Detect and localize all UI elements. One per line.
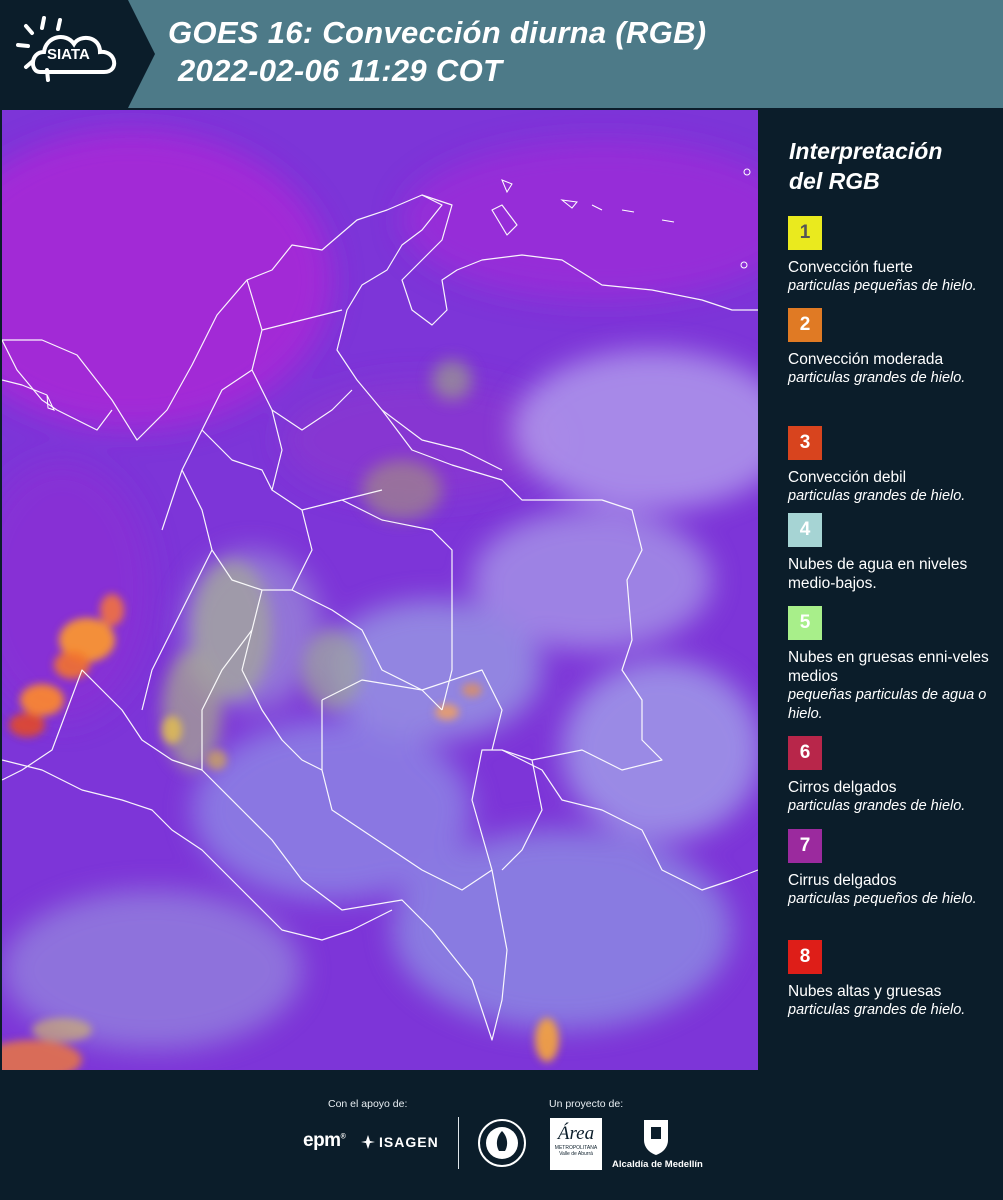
legend-item-description: pequeñas particulas de agua o hielo. (788, 687, 987, 722)
legend-item: 1 Convección fuerte particulas pequeñas de… (788, 216, 998, 296)
legend-panel: Interpretación del RGB 1 Convección fuert… (760, 110, 1003, 1070)
project-label: Un proyecto de: (549, 1098, 624, 1110)
legend-item: 6 Cirros delgados particulas grandes de hi… (788, 736, 998, 816)
legend-item-label: Nubes en gruesas enni-veles medios (788, 649, 989, 685)
legend-item: 2 Convección moderada particulas grandes d… (788, 308, 998, 388)
legend-item-description: particulas pequeñas de hielo. (788, 278, 977, 294)
legend-item-label: Cirros delgados (788, 779, 897, 796)
legend-swatch: 3 (788, 426, 822, 460)
isagen-logo[interactable]: ISAGEN (360, 1134, 439, 1150)
legend-item-description: particulas grandes de hielo. (788, 370, 966, 386)
legend-item-description: particulas pequeños de hielo. (788, 891, 977, 907)
legend-item-description: particulas grandes de hielo. (788, 1002, 966, 1018)
legend-item: 3 Convección debil particulas grandes de h… (788, 426, 998, 506)
logo-text: SIATA (47, 46, 90, 63)
legend-item: 4 Nubes de agua en niveles medio-bajos. (788, 513, 998, 593)
isagen-mark-icon (361, 1135, 375, 1149)
legend-item-label: Convección debil (788, 469, 907, 486)
legend-swatch: 5 (788, 606, 822, 640)
alcaldia-shield-icon (644, 1120, 668, 1155)
medellin-seal-icon[interactable] (477, 1118, 527, 1168)
legend-item-label: Convección fuerte (788, 259, 913, 276)
legend-swatch: 4 (788, 513, 822, 547)
header-bar: SIATA GOES 16: Convección diurna (RGB) 2… (0, 0, 1003, 108)
legend-swatch: 6 (788, 736, 822, 770)
legend-item-label: Nubes de agua en niveles medio-bajos. (788, 556, 968, 592)
satellite-map[interactable] (2, 110, 758, 1070)
legend-swatch: 2 (788, 308, 822, 342)
rgb-composite-image (2, 110, 758, 1070)
alcaldia-logo-text[interactable]: Alcaldía de Medellín (612, 1159, 703, 1170)
legend-swatch: 1 (788, 216, 822, 250)
legend-item-description: particulas grandes de hielo. (788, 488, 966, 504)
legend-swatch: 7 (788, 829, 822, 863)
isagen-logo-text: ISAGEN (379, 1134, 439, 1150)
page-title: GOES 16: Convección diurna (RGB) 2022-02… (168, 14, 706, 90)
footer: Con el apoyo de: Un proyecto de: epm® IS… (0, 1070, 1003, 1200)
epm-logo[interactable]: epm® (303, 1130, 346, 1152)
legend-item-label: Nubes altas y gruesas (788, 983, 942, 1000)
legend-item: 7 Cirrus delgados particulas pequeños de h… (788, 829, 998, 909)
support-label: Con el apoyo de: (328, 1098, 408, 1110)
legend-swatch: 8 (788, 940, 822, 974)
legend-item-description: particulas grandes de hielo. (788, 798, 966, 814)
epm-logo-text: epm (303, 1130, 341, 1151)
area-logo-sub2: Valle de Aburrá (559, 1151, 593, 1157)
legend-item-label: Cirrus delgados (788, 872, 897, 889)
footer-divider (458, 1117, 459, 1169)
legend-title: Interpretación del RGB (789, 138, 943, 194)
siata-logo[interactable]: SIATA (0, 0, 155, 108)
title-line-2: 2022-02-06 11:29 COT (178, 53, 503, 88)
area-logo-text: Área (557, 1123, 595, 1144)
title-line-1: GOES 16: Convección diurna (RGB) (168, 15, 707, 50)
area-metropolitana-logo[interactable]: Área METROPOLITANA Valle de Aburrá (550, 1118, 602, 1170)
legend-item: 8 Nubes altas y gruesas particulas grandes… (788, 940, 998, 1020)
legend-item: 5 Nubes en gruesas enni-veles medios peque… (788, 606, 998, 724)
legend-item-label: Convección moderada (788, 351, 944, 368)
